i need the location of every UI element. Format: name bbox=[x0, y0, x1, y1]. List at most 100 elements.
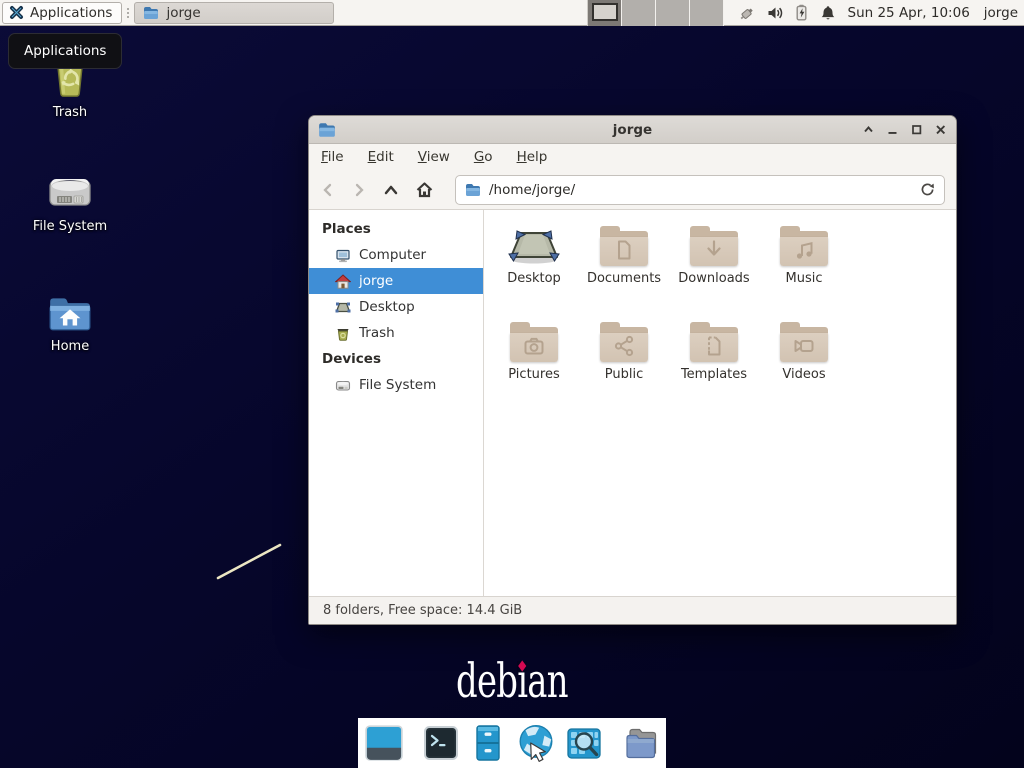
system-tray bbox=[738, 4, 836, 21]
location-bar[interactable] bbox=[455, 175, 945, 205]
path-folder-icon bbox=[465, 183, 481, 197]
taskbar-window-button[interactable]: jorge bbox=[134, 2, 334, 24]
file-item-label: Desktop bbox=[507, 271, 561, 286]
statusbar: 8 folders, Free space: 14.4 GiB bbox=[309, 596, 956, 624]
menu-view[interactable]: View bbox=[418, 149, 450, 165]
drive-small-icon bbox=[335, 378, 351, 393]
sidebar-item-label: File System bbox=[359, 377, 436, 393]
sidebar-item-trash[interactable]: Trash bbox=[309, 320, 483, 346]
desktop-icon-label: Trash bbox=[53, 105, 87, 120]
reload-icon[interactable] bbox=[920, 182, 935, 197]
file-item-pictures[interactable]: Pictures bbox=[489, 314, 579, 410]
file-item-label: Downloads bbox=[678, 271, 749, 286]
taskbar-window-label: jorge bbox=[166, 5, 200, 21]
wallpaper-swoosh-line bbox=[212, 538, 292, 586]
places-header: Places bbox=[309, 216, 483, 242]
menu-file[interactable]: File bbox=[321, 149, 344, 165]
folder-icon bbox=[143, 6, 159, 20]
file-item-label: Documents bbox=[587, 271, 661, 286]
file-item-desktop[interactable]: Desktop bbox=[489, 218, 579, 314]
volume-icon[interactable] bbox=[767, 5, 783, 21]
dock-panel bbox=[358, 718, 666, 768]
workspace-1[interactable] bbox=[588, 0, 622, 26]
panel-username: jorge bbox=[984, 5, 1018, 21]
sidebar-item-computer[interactable]: Computer bbox=[309, 242, 483, 268]
maximize-window-button[interactable] bbox=[910, 123, 923, 136]
statusbar-text: 8 folders, Free space: 14.4 GiB bbox=[323, 603, 522, 618]
desktop-icon bbox=[335, 300, 351, 315]
home-button[interactable] bbox=[415, 181, 434, 198]
file-item-label: Videos bbox=[782, 367, 825, 382]
desktop-icon-file-system[interactable]: File System bbox=[18, 172, 122, 234]
desktop-icon-label: File System bbox=[33, 219, 107, 234]
notifications-bell-icon[interactable] bbox=[820, 5, 836, 21]
applications-menu-button[interactable]: Applications bbox=[2, 2, 122, 24]
terminal-icon[interactable] bbox=[422, 724, 460, 762]
web-browser-icon[interactable] bbox=[516, 723, 556, 763]
desktop-place-icon bbox=[508, 226, 560, 266]
devices-header: Devices bbox=[309, 346, 483, 372]
top-panel: Applications jorge Sun 25 Apr, 10:06 jor… bbox=[0, 0, 1024, 26]
back-button[interactable] bbox=[320, 182, 336, 198]
folder-videos-icon bbox=[779, 322, 829, 362]
applications-tooltip: Applications bbox=[8, 33, 122, 69]
folder-documents-icon bbox=[599, 226, 649, 266]
applications-menu-label: Applications bbox=[30, 5, 112, 21]
up-button[interactable] bbox=[382, 182, 400, 198]
file-item-public[interactable]: Public bbox=[579, 314, 669, 410]
places-sidebar: Places Computer jorge Desktop bbox=[309, 210, 484, 596]
panel-clock[interactable]: Sun 25 Apr, 10:06 bbox=[848, 5, 970, 21]
sidebar-item-file-system[interactable]: File System bbox=[309, 372, 483, 398]
forward-button[interactable] bbox=[351, 182, 367, 198]
home-folder-icon bbox=[46, 292, 94, 334]
file-item-documents[interactable]: Documents bbox=[579, 218, 669, 314]
battery-icon[interactable] bbox=[794, 4, 809, 21]
file-list-view[interactable]: Desktop Documents Downloads bbox=[484, 210, 956, 596]
sidebar-item-label: Trash bbox=[359, 325, 395, 341]
folder-pictures-icon bbox=[509, 322, 559, 362]
panel-separator-handle bbox=[124, 8, 132, 18]
folder-downloads-icon bbox=[689, 226, 739, 266]
application-finder-icon[interactable] bbox=[565, 724, 603, 762]
user-home-icon bbox=[335, 274, 351, 289]
debian-logo: debian bbox=[456, 658, 568, 705]
file-item-label: Music bbox=[786, 271, 823, 286]
workspace-2[interactable] bbox=[622, 0, 656, 26]
file-item-label: Templates bbox=[681, 367, 747, 382]
computer-icon bbox=[335, 248, 351, 263]
sidebar-item-label: Computer bbox=[359, 247, 426, 263]
sidebar-item-desktop[interactable]: Desktop bbox=[309, 294, 483, 320]
shade-window-button[interactable] bbox=[862, 123, 875, 136]
hard-drive-icon bbox=[46, 172, 94, 214]
desktop-icon-home[interactable]: Home bbox=[18, 292, 122, 354]
directory-menu-folder-icon[interactable] bbox=[621, 724, 661, 762]
file-item-downloads[interactable]: Downloads bbox=[669, 218, 759, 314]
folder-templates-icon bbox=[689, 322, 739, 362]
workspace-window-thumbnail bbox=[592, 3, 618, 21]
menu-edit[interactable]: Edit bbox=[368, 149, 394, 165]
window-titlebar[interactable]: jorge bbox=[309, 116, 956, 144]
file-manager-icon[interactable] bbox=[469, 724, 507, 762]
window-title: jorge bbox=[309, 122, 956, 138]
debian-logo-text: debian bbox=[456, 658, 568, 705]
show-desktop-icon[interactable] bbox=[364, 723, 404, 763]
menubar: File Edit View Go Help bbox=[309, 144, 956, 170]
file-item-videos[interactable]: Videos bbox=[759, 314, 849, 410]
close-window-button[interactable] bbox=[934, 123, 947, 136]
file-item-music[interactable]: Music bbox=[759, 218, 849, 314]
file-item-templates[interactable]: Templates bbox=[669, 314, 759, 410]
sidebar-item-label: jorge bbox=[359, 273, 393, 289]
menu-go[interactable]: Go bbox=[474, 149, 493, 165]
menu-help[interactable]: Help bbox=[517, 149, 548, 165]
path-input[interactable] bbox=[489, 182, 912, 198]
folder-music-icon bbox=[779, 226, 829, 266]
file-manager-window: jorge File Edit View Go Help bbox=[308, 115, 957, 625]
toolbar bbox=[309, 170, 956, 210]
workspace-3[interactable] bbox=[656, 0, 690, 26]
file-item-label: Public bbox=[605, 367, 643, 382]
network-icon[interactable] bbox=[738, 4, 756, 21]
xfce-applications-icon bbox=[9, 5, 24, 20]
minimize-window-button[interactable] bbox=[886, 123, 899, 136]
sidebar-item-jorge[interactable]: jorge bbox=[309, 268, 483, 294]
workspace-4[interactable] bbox=[690, 0, 724, 26]
